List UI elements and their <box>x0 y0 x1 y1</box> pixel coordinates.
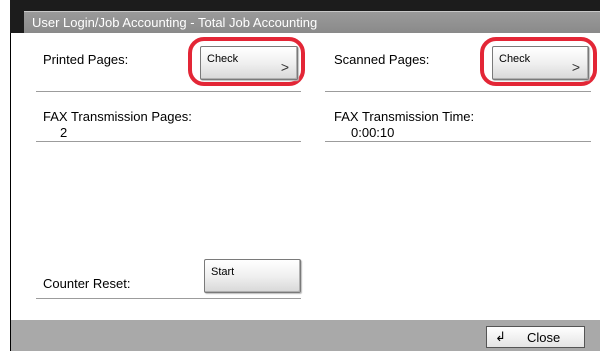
title-notch <box>10 11 24 33</box>
counter-reset-start-button[interactable]: Start <box>204 259 301 293</box>
printed-pages-divider <box>36 91 301 92</box>
scanned-pages-check-label: Check <box>499 53 531 65</box>
close-button[interactable]: ↲ Close <box>486 326 585 348</box>
fax-transmission-pages-label: FAX Transmission Pages: <box>43 109 192 124</box>
counter-reset-divider <box>36 298 301 299</box>
fax-transmission-time-value: 0:00:10 <box>351 125 395 140</box>
scanned-pages-label: Scanned Pages: <box>334 52 430 67</box>
window-title: User Login/Job Accounting - Total Job Ac… <box>24 11 600 33</box>
scanned-pages-divider <box>325 91 591 92</box>
return-arrow-icon: ↲ <box>495 329 506 344</box>
printed-pages-check-button[interactable]: Check > <box>200 46 298 80</box>
fax-time-divider <box>325 141 591 142</box>
counter-reset-label: Counter Reset: <box>43 276 131 291</box>
printed-pages-label: Printed Pages: <box>43 52 129 67</box>
chevron-right-icon: > <box>571 59 580 75</box>
scanned-pages-check-button[interactable]: Check > <box>492 46 589 80</box>
top-dark-bar <box>10 0 600 11</box>
fax-pages-divider <box>36 141 301 142</box>
chevron-right-icon: > <box>280 59 289 75</box>
fax-transmission-time-label: FAX Transmission Time: <box>334 109 475 124</box>
counter-reset-start-label: Start <box>211 266 235 278</box>
fax-transmission-pages-value: 2 <box>60 125 68 140</box>
close-button-label: Close <box>527 330 561 345</box>
printed-pages-check-label: Check <box>207 53 239 65</box>
